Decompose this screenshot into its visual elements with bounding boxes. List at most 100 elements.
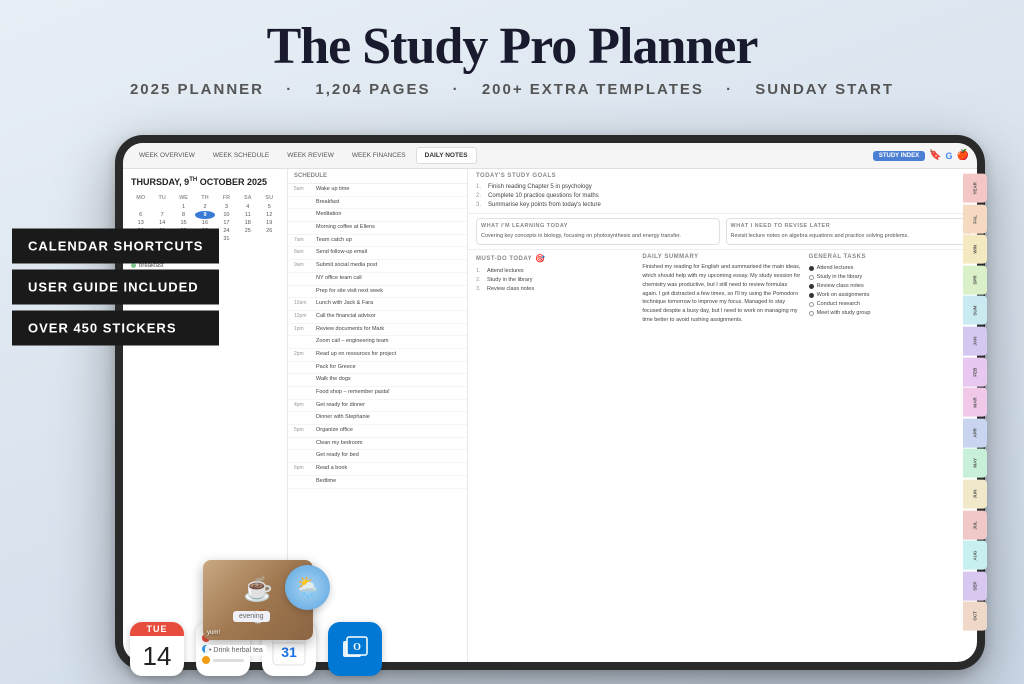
nav-tab-week-overview[interactable]: WEEK OVERVIEW	[131, 148, 203, 163]
sched-item-20: 5pm Organize office	[288, 425, 467, 438]
gen-text-4: Work on assignments	[817, 292, 870, 298]
tab-win[interactable]: WIN	[963, 235, 987, 264]
cal-cell-24[interactable]: 24	[217, 227, 236, 235]
tab-may[interactable]: MAY	[963, 449, 987, 478]
general-tasks-col: GENERAL TASKS Attend lectures Study in t…	[809, 254, 969, 658]
sched-time-1: 5am	[294, 186, 312, 192]
tab-sum[interactable]: SUM	[963, 296, 987, 325]
bookmark-icon: 🔖	[929, 150, 941, 161]
cal-cell-5[interactable]: 5	[260, 203, 279, 211]
tab-year[interactable]: YEAR	[963, 174, 987, 203]
page-container: The Study Pro Planner 2025 PLANNER · 1,2…	[0, 0, 1024, 106]
must-do-label: MUST-DO TODAY	[476, 256, 532, 262]
cal-cell-14[interactable]: 14	[152, 219, 171, 227]
sched-text-6: Send follow-up email	[316, 249, 461, 257]
sched-item-8: NY office team call	[288, 273, 467, 286]
app-outlook: O	[328, 622, 382, 676]
cal-cell-1[interactable]: 1	[174, 203, 193, 211]
photo-caption: yum!	[207, 630, 309, 636]
sched-time-11: 12pm	[294, 313, 312, 319]
cal-cell-26[interactable]: 26	[260, 227, 279, 235]
cal-cell-10[interactable]: 10	[217, 211, 236, 219]
cal-cell-18[interactable]: 18	[238, 219, 257, 227]
cal-day-mo: MO	[131, 195, 150, 201]
sched-text-12: Review documents for Mark	[316, 326, 461, 334]
cal-day-tu: TU	[152, 195, 171, 201]
tab-jan[interactable]: JAN	[963, 327, 987, 356]
reminder-dot-orange	[202, 656, 210, 664]
cal-cell-4[interactable]: 4	[238, 203, 257, 211]
schedule-list: 5am Wake up time Breakfast Meditation	[288, 184, 467, 489]
rain-icon: 🌦️	[295, 575, 320, 600]
sched-time-23: 6pm	[294, 465, 312, 471]
must-item-1: 1. Attend lectures	[476, 266, 636, 275]
goals-title: TODAY'S STUDY GOALS	[476, 173, 969, 179]
tab-spr[interactable]: SPR	[963, 266, 987, 295]
sched-text-5: Team catch up	[316, 237, 461, 245]
revise-text: Revisit lecture notes on algebra equatio…	[731, 232, 965, 240]
tab-apr[interactable]: APR	[963, 419, 987, 448]
cal-cell-31[interactable]: 31	[217, 235, 236, 243]
tab-strip: YEAR FAL WIN SPR SUM JAN FEB MAR APR MAY…	[963, 170, 987, 635]
must-text-3: Review class notes	[487, 286, 534, 292]
cal-day-th: TH	[195, 195, 214, 201]
tab-sep[interactable]: SEP	[963, 572, 987, 601]
goal-item-2: 2. Complete 10 practice questions for ma…	[476, 191, 969, 200]
cal-row-3: 13 14 15 16 17 18 19	[131, 219, 279, 227]
overlay-badges: CALENDAR SHORTCUTS USER GUIDE INCLUDED O…	[12, 229, 219, 346]
sched-time-5: 7am	[294, 237, 312, 243]
goal-num-1: 1.	[476, 184, 484, 190]
sched-item-16: Walk the dogs	[288, 374, 467, 387]
sched-text-14: Read up on resources for project	[316, 351, 461, 359]
cal-cell-7[interactable]: 7	[152, 211, 171, 219]
sched-item-21: Clean my bedroom	[288, 438, 467, 451]
tab-feb[interactable]: FEB	[963, 358, 987, 387]
learning-text: Covering key concepts in biology, focusi…	[481, 232, 715, 240]
cal-cell-16[interactable]: 16	[195, 219, 214, 227]
tab-jul[interactable]: JUL	[963, 511, 987, 540]
sched-text-15: Pack for Greece	[316, 364, 461, 372]
badge-3: OVER 450 STICKERS	[12, 311, 219, 346]
cal-cell-19[interactable]: 19	[260, 219, 279, 227]
tab-mar[interactable]: MAR	[963, 388, 987, 417]
study-index-button[interactable]: STUDY INDEX	[873, 151, 925, 161]
nav-tab-week-schedule[interactable]: WEEK SCHEDULE	[205, 148, 277, 163]
cal-cell-13[interactable]: 13	[131, 219, 150, 227]
cal-cell-9-today[interactable]: 9	[195, 211, 214, 219]
gen-circle-5	[809, 302, 814, 307]
general-tasks-title: GENERAL TASKS	[809, 254, 969, 260]
cal-cell-3[interactable]: 3	[217, 203, 236, 211]
calendar-date-icon[interactable]: TUE 14	[130, 622, 184, 676]
outlook-icon[interactable]: O	[328, 622, 382, 676]
goal-num-3: 3.	[476, 202, 484, 208]
gen-circle-2	[809, 275, 814, 280]
nav-tab-daily-notes[interactable]: DAILY NOTES	[416, 147, 477, 164]
tablet-wrapper: WEEK OVERVIEW WEEK SCHEDULE WEEK REVIEW …	[115, 135, 985, 670]
sched-item-18: 4pm Get ready for dinner	[288, 400, 467, 413]
cal-cell-end2	[260, 235, 279, 243]
right-panels: TODAY'S STUDY GOALS 1. Finish reading Ch…	[468, 169, 977, 662]
nav-tab-week-review[interactable]: WEEK REVIEW	[279, 148, 342, 163]
cal-cell-12[interactable]: 12	[260, 211, 279, 219]
nav-tab-week-finances[interactable]: WEEK FINANCES	[344, 148, 414, 163]
cal-cell-25[interactable]: 25	[238, 227, 257, 235]
sched-item-3: Meditation	[288, 209, 467, 222]
sched-text-9: Prep for site visit next week	[316, 288, 461, 296]
cal-cell-8[interactable]: 8	[174, 211, 193, 219]
tab-aug[interactable]: AUG	[963, 541, 987, 570]
sched-time-14: 2pm	[294, 351, 312, 357]
sched-text-2: Breakfast	[316, 199, 461, 207]
must-num-1: 1.	[476, 268, 484, 274]
tab-fal[interactable]: FAL	[963, 205, 987, 234]
cal-cell-15[interactable]: 15	[174, 219, 193, 227]
cal-cell-2[interactable]: 2	[195, 203, 214, 211]
tab-jun[interactable]: JUN	[963, 480, 987, 509]
sched-item-22: Get ready for bed	[288, 450, 467, 463]
sched-text-17: Food shop – remember pasta!	[316, 389, 461, 397]
mid-panels: WHAT I'M LEARNING TODAY Covering key con…	[468, 214, 977, 250]
cal-cell-11[interactable]: 11	[238, 211, 257, 219]
sched-text-19: Dinner with Stephanie	[316, 414, 461, 422]
cal-cell-17[interactable]: 17	[217, 219, 236, 227]
cal-cell-6[interactable]: 6	[131, 211, 150, 219]
sched-item-7: 9am Submit social media post	[288, 260, 467, 273]
